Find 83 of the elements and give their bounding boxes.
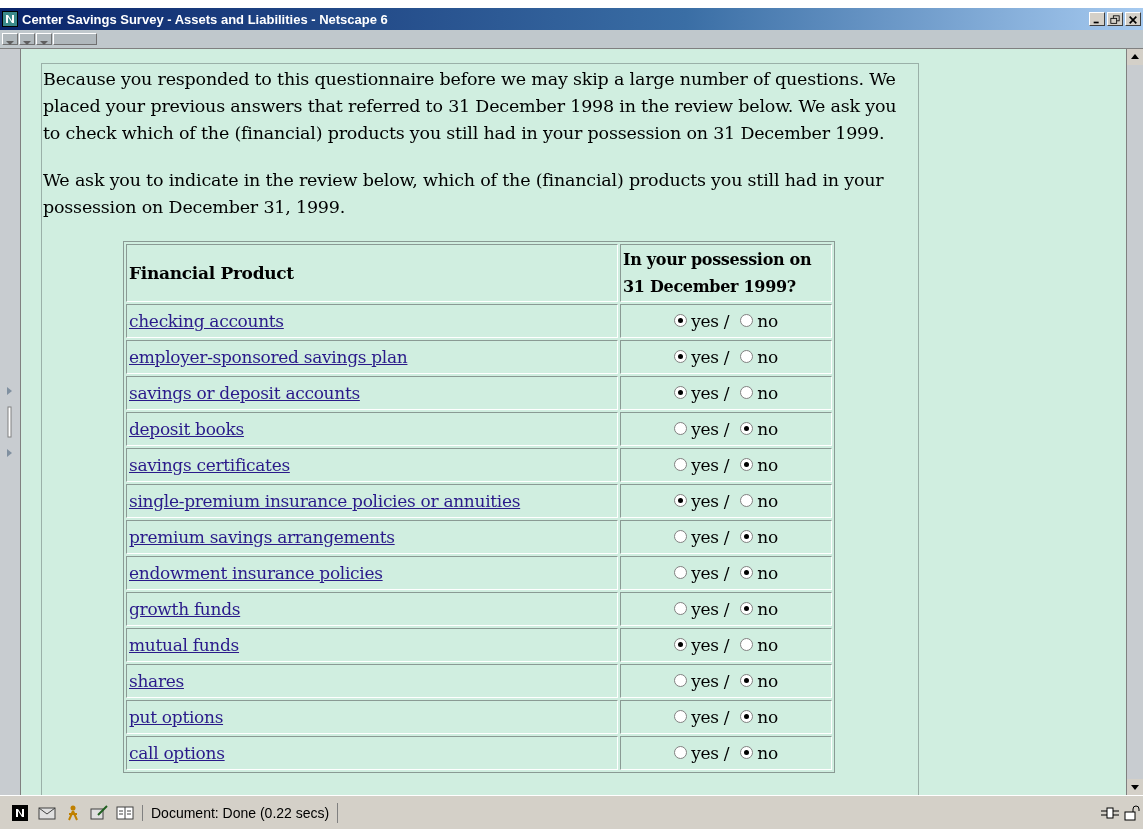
- app-logo-icon: [2, 11, 18, 27]
- radio-button[interactable]: [674, 350, 688, 364]
- no-label: no: [757, 598, 778, 619]
- no-label: no: [757, 418, 778, 439]
- toolbar-grippy[interactable]: [2, 33, 18, 45]
- radio-button[interactable]: [674, 746, 688, 760]
- restore-icon: [1109, 15, 1121, 25]
- column-header: Financial Product: [126, 244, 618, 302]
- intro-paragraph: Because you responded to this questionnaire before we may skip a large number of questions. We placed your previous answers that referred to 31 December 1998 in the review below. We ask you to check which of the (financial) products you still had in your possession on 31 December 1999.: [43, 68, 898, 145]
- yes-label: yes /: [691, 382, 730, 403]
- radio-button[interactable]: [740, 458, 754, 472]
- radio-button[interactable]: [740, 674, 754, 688]
- product-link[interactable]: call options: [129, 743, 225, 763]
- close-button[interactable]: [1125, 12, 1141, 26]
- radio-button[interactable]: [740, 314, 754, 328]
- radio-button[interactable]: [740, 422, 754, 436]
- scroll-down-button[interactable]: [1127, 779, 1143, 795]
- no-label: no: [757, 526, 778, 547]
- yes-label: yes /: [691, 706, 730, 727]
- yes-label: yes /: [691, 454, 730, 475]
- composer-icon[interactable]: [90, 804, 108, 821]
- radio-button[interactable]: [674, 530, 688, 544]
- product-link[interactable]: mutual funds: [129, 635, 240, 655]
- radio-button[interactable]: [740, 494, 754, 508]
- radio-button[interactable]: [674, 494, 688, 508]
- app-logo-icon[interactable]: [12, 804, 30, 821]
- no-label: no: [757, 706, 778, 727]
- radio-button[interactable]: [740, 638, 754, 652]
- radio-button[interactable]: [740, 386, 754, 400]
- yes-label: yes /: [691, 526, 730, 547]
- yes-label: yes /: [691, 418, 730, 439]
- toolbar-grippy[interactable]: [19, 33, 35, 45]
- yes-label: yes /: [691, 670, 730, 691]
- product-link[interactable]: growth funds: [129, 599, 241, 619]
- yes-label: yes /: [691, 310, 730, 331]
- no-label: no: [757, 670, 778, 691]
- close-icon: [1127, 15, 1139, 25]
- scroll-up-button[interactable]: [1127, 49, 1143, 65]
- yes-label: yes /: [691, 742, 730, 763]
- yes-label: yes /: [691, 598, 730, 619]
- status-text: Document: Done (0.22 secs): [142, 804, 330, 821]
- mail-icon[interactable]: [38, 804, 56, 821]
- no-label: no: [757, 562, 778, 583]
- radio-button[interactable]: [740, 746, 754, 760]
- radio-button[interactable]: [674, 422, 688, 436]
- no-label: no: [757, 454, 778, 475]
- product-link[interactable]: deposit books: [129, 419, 244, 439]
- no-label: no: [757, 346, 778, 367]
- restore-button[interactable]: [1107, 12, 1123, 26]
- radio-button[interactable]: [674, 458, 688, 472]
- yes-label: yes /: [691, 562, 730, 583]
- window-title: Center Savings Survey - Assets and Liabilities - Netscape 6: [22, 11, 388, 27]
- connection-icon: [1101, 804, 1119, 821]
- column-header: In your possession on 31 December 1999?: [620, 244, 832, 302]
- radio-button[interactable]: [740, 566, 754, 580]
- radio-button[interactable]: [740, 530, 754, 544]
- toolbar-grippy[interactable]: [53, 33, 97, 45]
- radio-button[interactable]: [740, 602, 754, 616]
- radio-button[interactable]: [674, 386, 688, 400]
- radio-button[interactable]: [674, 314, 688, 328]
- radio-button[interactable]: [674, 674, 688, 688]
- radio-button[interactable]: [740, 710, 754, 724]
- product-link[interactable]: put options: [129, 707, 224, 727]
- toolbar-grippy[interactable]: [36, 33, 52, 45]
- yes-label: yes /: [691, 490, 730, 511]
- no-label: no: [757, 634, 778, 655]
- no-label: no: [757, 382, 778, 403]
- product-link[interactable]: checking accounts: [129, 311, 284, 331]
- no-label: no: [757, 490, 778, 511]
- no-label: no: [757, 310, 778, 331]
- no-label: no: [757, 742, 778, 763]
- product-link[interactable]: shares: [129, 671, 184, 691]
- yes-label: yes /: [691, 346, 730, 367]
- intro-paragraph: We ask you to indicate in the review below, which of the (financial) products you still had in your possession on December 31, 1999.: [43, 169, 885, 219]
- product-link[interactable]: savings certificates: [129, 455, 290, 475]
- radio-button[interactable]: [674, 710, 688, 724]
- address-book-icon[interactable]: [116, 804, 134, 821]
- yes-label: yes /: [691, 634, 730, 655]
- radio-button[interactable]: [674, 602, 688, 616]
- minimize-button[interactable]: [1089, 12, 1105, 26]
- radio-button[interactable]: [674, 566, 688, 580]
- radio-button[interactable]: [740, 350, 754, 364]
- radio-button[interactable]: [674, 638, 688, 652]
